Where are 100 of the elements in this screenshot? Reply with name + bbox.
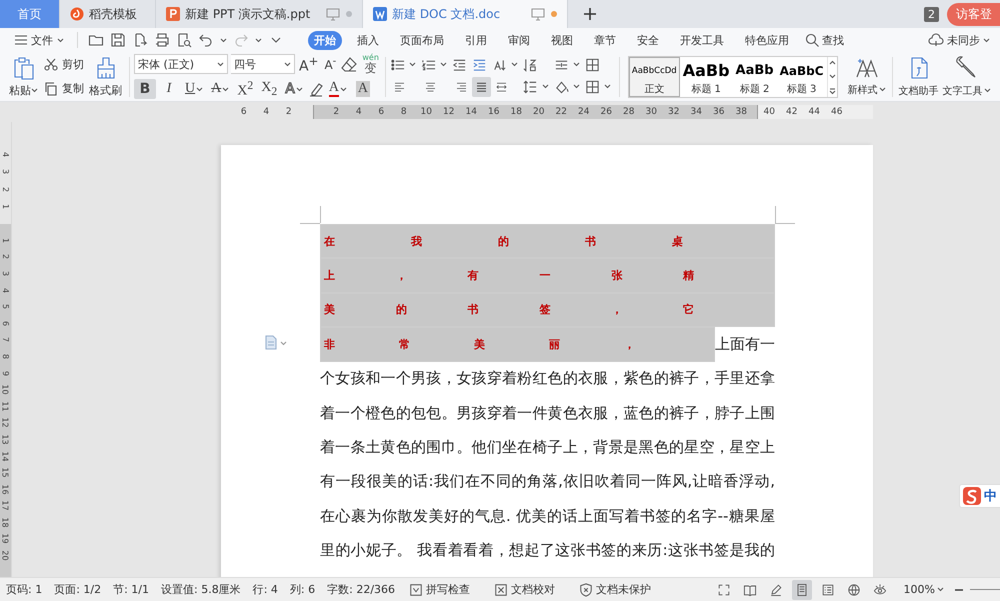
ruler-number: 4: [262, 107, 270, 117]
status-text: 列: 6: [290, 582, 316, 597]
caret-icon[interactable]: [222, 86, 230, 92]
caret-icon[interactable]: [217, 60, 224, 68]
font-size-field[interactable]: 四号: [231, 54, 295, 74]
new-style-button[interactable]: 新样式: [846, 56, 888, 96]
text-effect-button[interactable]: A: [282, 79, 306, 99]
caret-icon[interactable]: [284, 60, 291, 68]
phonetic-guide-button[interactable]: wén 变: [360, 54, 381, 74]
save-icon[interactable]: [110, 32, 126, 48]
proofread-icon[interactable]: [494, 582, 508, 596]
ribbon-tab[interactable]: 视图: [545, 30, 579, 50]
scroll-up-icon[interactable]: [828, 58, 836, 66]
strikethrough-button[interactable]: A: [208, 79, 232, 99]
ruler-number: 26: [600, 107, 613, 117]
ribbon-tab[interactable]: 页面布局: [394, 30, 450, 50]
format-painter-button[interactable]: 格式刷: [86, 54, 125, 98]
body-text: 里的小妮子。 我看着看着，想起了这张书签的来历:这张书签是我的: [320, 541, 775, 560]
ribbon-tab[interactable]: 开始: [308, 30, 342, 50]
ruler-number: 16: [487, 107, 500, 117]
scissors-icon[interactable]: [43, 56, 59, 72]
caret-icon[interactable]: [57, 36, 64, 44]
subscript-button[interactable]: X$_{2}$: [258, 79, 280, 99]
bold-button[interactable]: B: [134, 79, 156, 99]
undo-icon[interactable]: [198, 32, 214, 48]
caret-icon[interactable]: [878, 86, 886, 93]
caret-icon[interactable]: [196, 86, 204, 92]
window-count[interactable]: 2: [924, 6, 939, 22]
ruler-number: 14: [1, 450, 10, 462]
body-text: 个女孩和一个男孩，女孩穿着粉红色的衣服，紫色的裤子，手里还拿: [320, 369, 775, 388]
caret-icon[interactable]: [984, 87, 991, 94]
caret-icon[interactable]: [983, 36, 990, 44]
monitor-icon: [325, 6, 341, 22]
ruler-number: 18: [1, 517, 10, 528]
sync-button[interactable]: 未同步: [928, 32, 990, 48]
ruler-number: 20: [532, 107, 546, 117]
scroll-down-icon[interactable]: [828, 73, 836, 80]
input-method-indicator[interactable]: 中: [959, 484, 1000, 508]
file-menu[interactable]: 文件: [10, 30, 67, 50]
font-name-field[interactable]: 宋体 (正文): [134, 54, 228, 74]
ruler-number: 24: [577, 107, 590, 117]
caret-icon[interactable]: [340, 86, 347, 92]
search-button[interactable]: 查找: [804, 32, 844, 48]
ribbon-tab[interactable]: 插入: [351, 30, 385, 50]
page-view-icon[interactable]: [792, 580, 812, 600]
style-item[interactable]: AaBbCcDd 正文: [628, 56, 680, 96]
caret-icon[interactable]: [255, 36, 262, 44]
line-spacing-icon[interactable]: [522, 78, 538, 94]
spell-check-button[interactable]: 拼写检查: [407, 581, 472, 598]
superscript-button[interactable]: X$^{2}$: [234, 79, 256, 99]
eraser-icon[interactable]: [341, 56, 358, 72]
ribbon-tab[interactable]: 安全: [631, 30, 665, 50]
sort-icon[interactable]: [522, 56, 538, 72]
ruler-number: 2: [1, 186, 10, 192]
justify-icon[interactable]: [472, 76, 491, 96]
text-tools-button[interactable]: 文字工具: [940, 56, 993, 98]
shrink-font-button[interactable]: A$^{-}$: [322, 54, 338, 74]
letters-icon[interactable]: [854, 56, 879, 78]
shield-icon[interactable]: [579, 582, 594, 596]
ribbon-tab[interactable]: 引用: [459, 30, 493, 50]
proofread-button[interactable]: 文档校对: [492, 581, 558, 598]
borders-icon[interactable]: [584, 78, 600, 94]
document-assistant-button[interactable]: 文档助手: [896, 56, 941, 98]
caret-icon[interactable]: [31, 86, 38, 94]
clipboard-icon[interactable]: [12, 56, 36, 80]
ruler-number: 19: [1, 534, 10, 544]
caret-icon[interactable]: [937, 586, 944, 593]
style-item[interactable]: AaBb 标题 2: [732, 56, 777, 96]
caret-icon[interactable]: [296, 86, 303, 92]
spell-check-icon[interactable]: [409, 582, 424, 596]
caret-icon[interactable]: [220, 36, 227, 44]
grow-font-button[interactable]: A$^{+}$: [298, 54, 320, 74]
cut-button[interactable]: 剪切: [41, 56, 86, 74]
print-icon[interactable]: [154, 32, 170, 48]
style-item[interactable]: AaBbC 标题 3: [776, 56, 827, 96]
table-icon[interactable]: [584, 56, 600, 72]
ribbon-tab[interactable]: 审阅: [502, 30, 536, 50]
italic-button[interactable]: I: [158, 79, 180, 99]
font-color-button[interactable]: A: [326, 79, 350, 99]
ribbon-tab[interactable]: 特色应用: [739, 30, 795, 50]
print-preview-icon[interactable]: [176, 32, 192, 48]
zoom-level[interactable]: 100%: [904, 583, 944, 596]
expand-icon[interactable]: [828, 88, 836, 94]
copy-icon[interactable]: [43, 80, 59, 96]
style-item[interactable]: AaBb 标题 1: [680, 56, 733, 96]
ribbon-tab[interactable]: 章节: [588, 30, 622, 50]
search-icon[interactable]: [804, 32, 820, 48]
paste-button[interactable]: 粘贴: [6, 54, 41, 98]
underline-button[interactable]: U: [182, 79, 206, 99]
ruler-number: 4: [1, 152, 10, 157]
copy-button[interactable]: 复制: [41, 80, 86, 98]
ruler-number: 13: [1, 434, 10, 445]
ribbon-tab[interactable]: 开发工具: [674, 30, 730, 50]
document-tab[interactable]: 新建 DOC 文档.doc: [363, 0, 568, 28]
protection-button[interactable]: 文档未保护: [577, 581, 654, 598]
cloud-icon[interactable]: [928, 32, 944, 48]
highlighter-icon[interactable]: [308, 81, 324, 97]
ruler-number: 22: [554, 107, 568, 117]
new-tab-icon[interactable]: [582, 6, 598, 22]
ruler-number: 42: [785, 107, 798, 117]
